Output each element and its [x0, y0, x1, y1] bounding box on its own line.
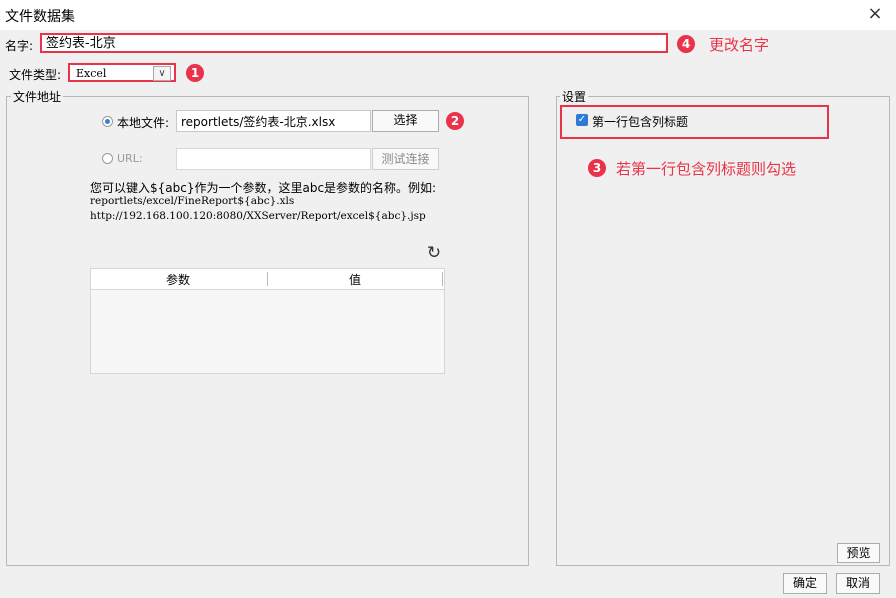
name-input[interactable]: 签约表-北京 [40, 33, 668, 53]
help-text-line1: 您可以键入${abc}作为一个参数，这里abc是参数的名称。例如: [90, 181, 437, 195]
help-text-line3: http://192.168.100.120:8080/XXServer/Rep… [90, 210, 426, 222]
annotation-badge-1: 1 [186, 64, 204, 82]
refresh-icon[interactable]: ↻ [426, 244, 442, 262]
url-label: URL: [117, 152, 143, 165]
choose-button[interactable]: 选择 [372, 110, 439, 132]
column-divider [442, 272, 443, 286]
chevron-down-icon[interactable]: ∨ [153, 66, 171, 81]
close-icon[interactable]: × [866, 4, 884, 24]
annotation-badge-3: 3 [588, 159, 606, 177]
window-title: 文件数据集 [5, 9, 75, 25]
first-row-header-checkbox[interactable]: ✓ [576, 114, 588, 126]
annotation-badge-2: 2 [446, 112, 464, 130]
ok-button[interactable]: 确定 [783, 573, 827, 594]
settings-group-title: 设置 [560, 88, 589, 105]
local-path-field[interactable]: reportlets/签约表-北京.xlsx [176, 110, 371, 132]
column-header-param: 参数 [166, 273, 191, 287]
url-radio[interactable] [102, 153, 113, 164]
cancel-button[interactable]: 取消 [836, 573, 880, 594]
file-type-select[interactable]: Excel ∨ [68, 63, 176, 82]
file-address-group-title: 文件地址 [11, 88, 64, 105]
annotation-note-4: 更改名字 [709, 36, 770, 54]
local-file-radio[interactable] [102, 116, 113, 127]
test-connection-button[interactable]: 测试连接 [372, 148, 439, 170]
first-row-header-label[interactable]: 第一行包含列标题 [592, 113, 688, 130]
annotation-badge-4: 4 [677, 35, 695, 53]
params-table-header: 参数 值 [91, 269, 444, 290]
file-type-label: 文件类型: [9, 68, 62, 82]
params-table: 参数 值 [90, 268, 445, 374]
url-field[interactable] [176, 148, 371, 170]
help-text-line2: reportlets/excel/FineReport${abc}.xls [90, 195, 295, 207]
column-header-value: 值 [349, 273, 362, 287]
name-label: 名字: [5, 39, 34, 53]
column-divider [267, 272, 268, 286]
title-bar [0, 0, 896, 30]
preview-button[interactable]: 预览 [837, 543, 880, 563]
file-type-value: Excel [76, 67, 107, 80]
annotation-note-3: 若第一行包含列标题则勾选 [616, 160, 797, 178]
local-file-label: 本地文件: [117, 116, 170, 130]
